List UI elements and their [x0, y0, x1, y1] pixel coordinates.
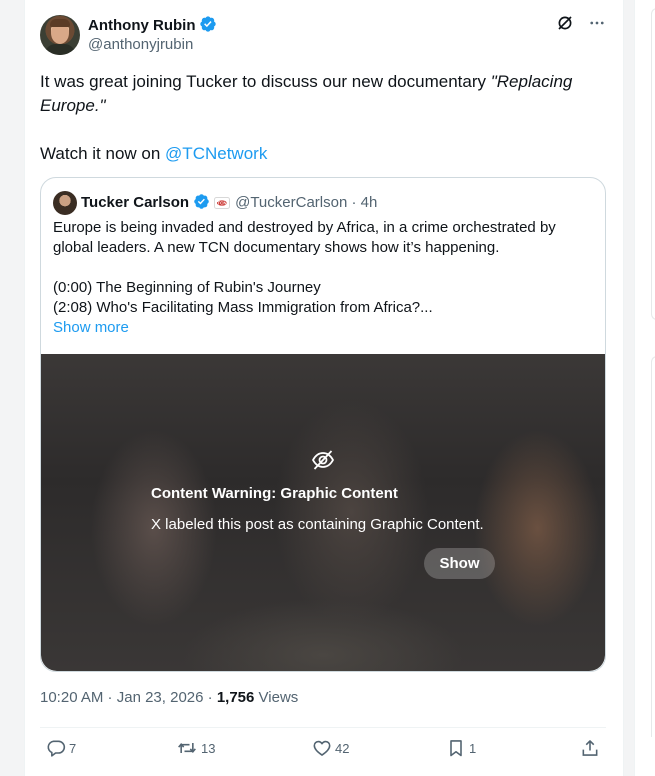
sidebar-panel-edge [651, 356, 655, 737]
quote-author-handle[interactable]: @TuckerCarlson [235, 194, 347, 211]
author-name-text[interactable]: Anthony Rubin [88, 17, 195, 34]
tweet-time[interactable]: 10:20 AM [40, 689, 103, 706]
avatar[interactable] [40, 15, 80, 55]
reply-icon [46, 738, 66, 758]
verified-badge-icon [193, 193, 210, 214]
separator: · [203, 689, 217, 706]
verified-badge-icon [199, 15, 217, 37]
tweet-text-part: Watch it now on [40, 144, 166, 163]
divider [40, 727, 606, 728]
tweet-text: It was great joining Tucker to discuss o… [40, 70, 600, 166]
content-warning-title: Content Warning: Graphic Content [151, 485, 398, 502]
show-button[interactable]: Show [424, 548, 495, 579]
separator: · [103, 689, 117, 706]
avatar-hair [50, 19, 70, 27]
reply-count: 7 [69, 740, 77, 756]
top-actions [556, 14, 606, 32]
quote-chapter: (2:08) Who's Facilitating Mass Immigrati… [53, 299, 433, 316]
quoted-tweet[interactable]: Tucker Carlson TCN @TuckerCarlson · 4h Eur… [40, 177, 606, 672]
share-icon [580, 738, 600, 758]
bookmark-icon [446, 738, 466, 758]
author-name[interactable]: Anthony Rubin [88, 15, 217, 37]
repost-count: 13 [201, 740, 216, 756]
svg-text:TCN: TCN [217, 201, 226, 206]
quote-author-name[interactable]: Tucker Carlson [81, 194, 189, 211]
quote-separator: · [351, 194, 357, 211]
quote-text: Europe is being invaded and destroyed by… [53, 219, 556, 256]
reply-button[interactable]: 7 [46, 738, 76, 758]
blurred-media[interactable]: Content Warning: Graphic Content X label… [41, 354, 605, 671]
views-count: 1,756 [216, 689, 255, 706]
bookmark-count: 1 [469, 740, 477, 756]
tweet-timestamp: 10:20 AM · Jan 23, 2026 · 1,756 Views [40, 689, 298, 706]
bookmark-button[interactable]: 1 [446, 738, 476, 758]
show-more-link[interactable]: Show more [53, 318, 593, 338]
like-icon [312, 738, 332, 758]
quote-body: Europe is being invaded and destroyed by… [53, 218, 593, 338]
share-button[interactable] [580, 738, 600, 758]
sidebar-panel-edge [651, 8, 655, 320]
mention-link[interactable]: @TCNetwork [165, 144, 267, 163]
author-handle[interactable]: @anthonyjrubin [88, 36, 193, 53]
repost-icon [176, 738, 198, 758]
tweet-text-part: It was great joining Tucker to discuss o… [40, 72, 491, 91]
like-button[interactable]: 42 [312, 738, 349, 758]
sidebar-edge [634, 0, 655, 776]
action-bar: 7 13 42 1 [40, 738, 606, 762]
tweet-date[interactable]: Jan 23, 2026 [117, 689, 204, 706]
more-icon[interactable] [588, 14, 606, 32]
avatar-shirt [44, 44, 76, 55]
quote-avatar[interactable] [53, 191, 77, 215]
quote-chapter: (0:00) The Beginning of Rubin's Journey [53, 279, 321, 296]
eye-off-icon [311, 448, 335, 477]
quote-time[interactable]: 4h [361, 194, 378, 211]
quote-header: Tucker Carlson TCN @TuckerCarlson · 4h [81, 193, 377, 214]
affiliate-badge-icon: TCN [214, 196, 231, 213]
content-warning-text: X labeled this post as containing Graphi… [151, 516, 484, 533]
repost-button[interactable]: 13 [176, 738, 215, 758]
views-label: Views [254, 689, 299, 706]
grok-icon[interactable] [556, 14, 574, 32]
like-count: 42 [335, 740, 350, 756]
